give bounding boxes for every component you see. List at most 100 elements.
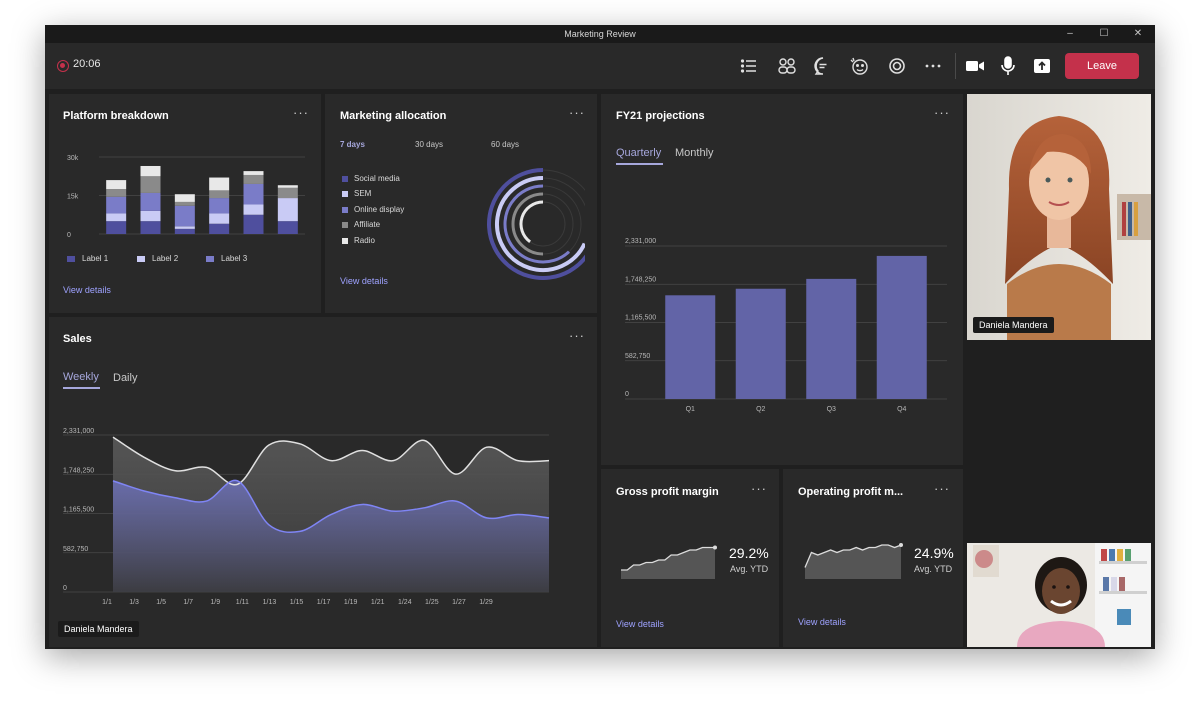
x-tick-label: 1/13 xyxy=(263,599,277,606)
operating-profit-margin-card: Operating profit m... ··· 24.9% Avg. YTD… xyxy=(783,469,963,647)
range-30-days[interactable]: 30 days xyxy=(415,140,443,149)
x-tick-label: 1/3 xyxy=(129,599,139,606)
sparkline-endpoint xyxy=(713,545,717,550)
x-tick-label: 1/11 xyxy=(236,599,249,606)
share-screen-icon[interactable] xyxy=(1030,54,1054,78)
participant-video-2[interactable] xyxy=(967,543,1151,647)
platform-breakdown-card: Platform breakdown ··· 30k15k0WinMacWebi… xyxy=(49,94,321,313)
microphone-icon[interactable] xyxy=(996,54,1020,78)
y-tick-label: 2,331,000 xyxy=(63,428,94,435)
y-tick-label: 15k xyxy=(67,194,79,201)
bar-segment xyxy=(106,221,127,234)
x-tick-label: 1/5 xyxy=(156,599,166,606)
view-details-link[interactable]: View details xyxy=(616,619,664,629)
chat-icon[interactable] xyxy=(811,54,835,78)
more-options-icon[interactable]: ··· xyxy=(934,105,950,120)
card-title: Sales xyxy=(63,333,92,345)
meeting-toolbar: 20:06 Leave xyxy=(45,43,1155,89)
bar-segment xyxy=(174,194,195,202)
more-options-icon[interactable]: ··· xyxy=(569,328,585,343)
range-7-days[interactable]: 7 days xyxy=(340,140,365,149)
bar-segment xyxy=(106,213,127,222)
gross-profit-sparkline xyxy=(621,545,717,579)
bar-segment xyxy=(174,205,195,227)
bar xyxy=(806,278,857,399)
camera-icon[interactable] xyxy=(963,54,987,78)
legend-swatch xyxy=(342,207,348,213)
view-details-link[interactable]: View details xyxy=(798,617,846,627)
bar-segment xyxy=(209,177,230,191)
x-tick-label: 1/29 xyxy=(479,599,493,606)
leave-button[interactable]: Leave xyxy=(1065,53,1139,79)
legend-swatch xyxy=(342,222,348,228)
bar xyxy=(665,295,716,399)
maximize-icon[interactable]: ☐ xyxy=(1087,25,1121,43)
agenda-list-icon[interactable] xyxy=(737,54,761,78)
view-details-link[interactable]: View details xyxy=(63,285,111,295)
x-tick-label: 1/19 xyxy=(344,599,358,606)
reactions-icon[interactable] xyxy=(847,54,871,78)
marketing-allocation-radial-chart xyxy=(487,168,585,280)
bar-segment xyxy=(140,210,161,222)
more-options-icon[interactable]: ··· xyxy=(569,105,585,120)
title-bar: Marketing Review – ☐ ✕ xyxy=(45,25,1155,43)
legend-label: Label 2 xyxy=(152,254,179,263)
legend-label: Radio xyxy=(354,236,375,245)
more-options-icon[interactable]: ··· xyxy=(293,105,309,120)
close-icon[interactable]: ✕ xyxy=(1121,25,1155,43)
y-tick-label: 1,165,500 xyxy=(63,507,94,514)
legend-label: Online display xyxy=(354,205,405,214)
x-tick-label: Q3 xyxy=(827,406,836,413)
tab-weekly[interactable]: Weekly xyxy=(63,371,99,383)
x-tick-label: 1/27 xyxy=(452,599,466,606)
more-options-icon[interactable]: ··· xyxy=(751,481,767,496)
tab-monthly[interactable]: Monthly xyxy=(675,147,714,159)
x-tick-label: 1/21 xyxy=(371,599,385,606)
bar-segment xyxy=(174,226,195,229)
y-tick-label: 1,748,250 xyxy=(625,276,656,283)
teams-meeting-window: Marketing Review – ☐ ✕ 20:06 Leave Platf… xyxy=(45,25,1155,649)
y-tick-label: 1,748,250 xyxy=(63,467,94,474)
legend-label: Label 1 xyxy=(82,254,109,263)
minimize-icon[interactable]: – xyxy=(1053,25,1087,43)
y-tick-label: 0 xyxy=(63,585,67,592)
x-tick-label: Q1 xyxy=(686,406,695,413)
sales-card: Sales ··· Weekly Daily 0 582,750 1,165,500… xyxy=(49,317,597,647)
bar-segment xyxy=(243,204,264,215)
y-tick-label: 1,165,500 xyxy=(625,315,656,322)
participants-icon[interactable] xyxy=(775,54,799,78)
y-tick-label: 0 xyxy=(625,391,629,398)
bar-segment xyxy=(209,213,230,224)
operating-profit-caption: Avg. YTD xyxy=(914,564,953,574)
legend-label: Social media xyxy=(354,174,400,183)
y-tick-label: 582,750 xyxy=(625,353,650,360)
y-tick-label: 2,331,000 xyxy=(625,238,656,245)
bar-segment xyxy=(140,192,161,211)
view-details-link[interactable]: View details xyxy=(340,276,388,286)
x-tick-label: 1/15 xyxy=(290,599,304,606)
x-tick-label: Q2 xyxy=(756,406,765,413)
bar-segment xyxy=(277,185,298,188)
range-60-days[interactable]: 60 days xyxy=(491,140,519,149)
x-tick-label: Q4 xyxy=(897,406,906,413)
sparkline-endpoint xyxy=(899,543,903,547)
participant-photo xyxy=(967,94,1151,340)
sparkline-area xyxy=(805,545,901,579)
more-options-icon[interactable]: ··· xyxy=(934,481,950,496)
gross-profit-caption: Avg. YTD xyxy=(730,564,769,574)
tab-quarterly[interactable]: Quarterly xyxy=(616,147,661,159)
whiteboard-icon[interactable] xyxy=(885,54,909,78)
bar-segment xyxy=(277,187,298,199)
tab-daily[interactable]: Daily xyxy=(113,372,137,384)
presenter-name-tag: Daniela Mandera xyxy=(58,621,139,637)
marketing-allocation-card: Marketing allocation ··· 7 days 30 days … xyxy=(325,94,597,313)
active-tab-underline xyxy=(63,387,100,389)
fy21-projections-card: FY21 projections ··· Quarterly Monthly 0… xyxy=(601,94,963,465)
x-tick-label: 1/24 xyxy=(398,599,412,606)
bar-segment xyxy=(243,214,264,234)
more-options-icon[interactable] xyxy=(921,54,945,78)
x-tick-label: 1/25 xyxy=(425,599,439,606)
participant-video-daniela[interactable]: Daniela Mandera xyxy=(967,94,1151,340)
card-title: Marketing allocation xyxy=(340,110,447,122)
bar-segment xyxy=(277,221,298,234)
